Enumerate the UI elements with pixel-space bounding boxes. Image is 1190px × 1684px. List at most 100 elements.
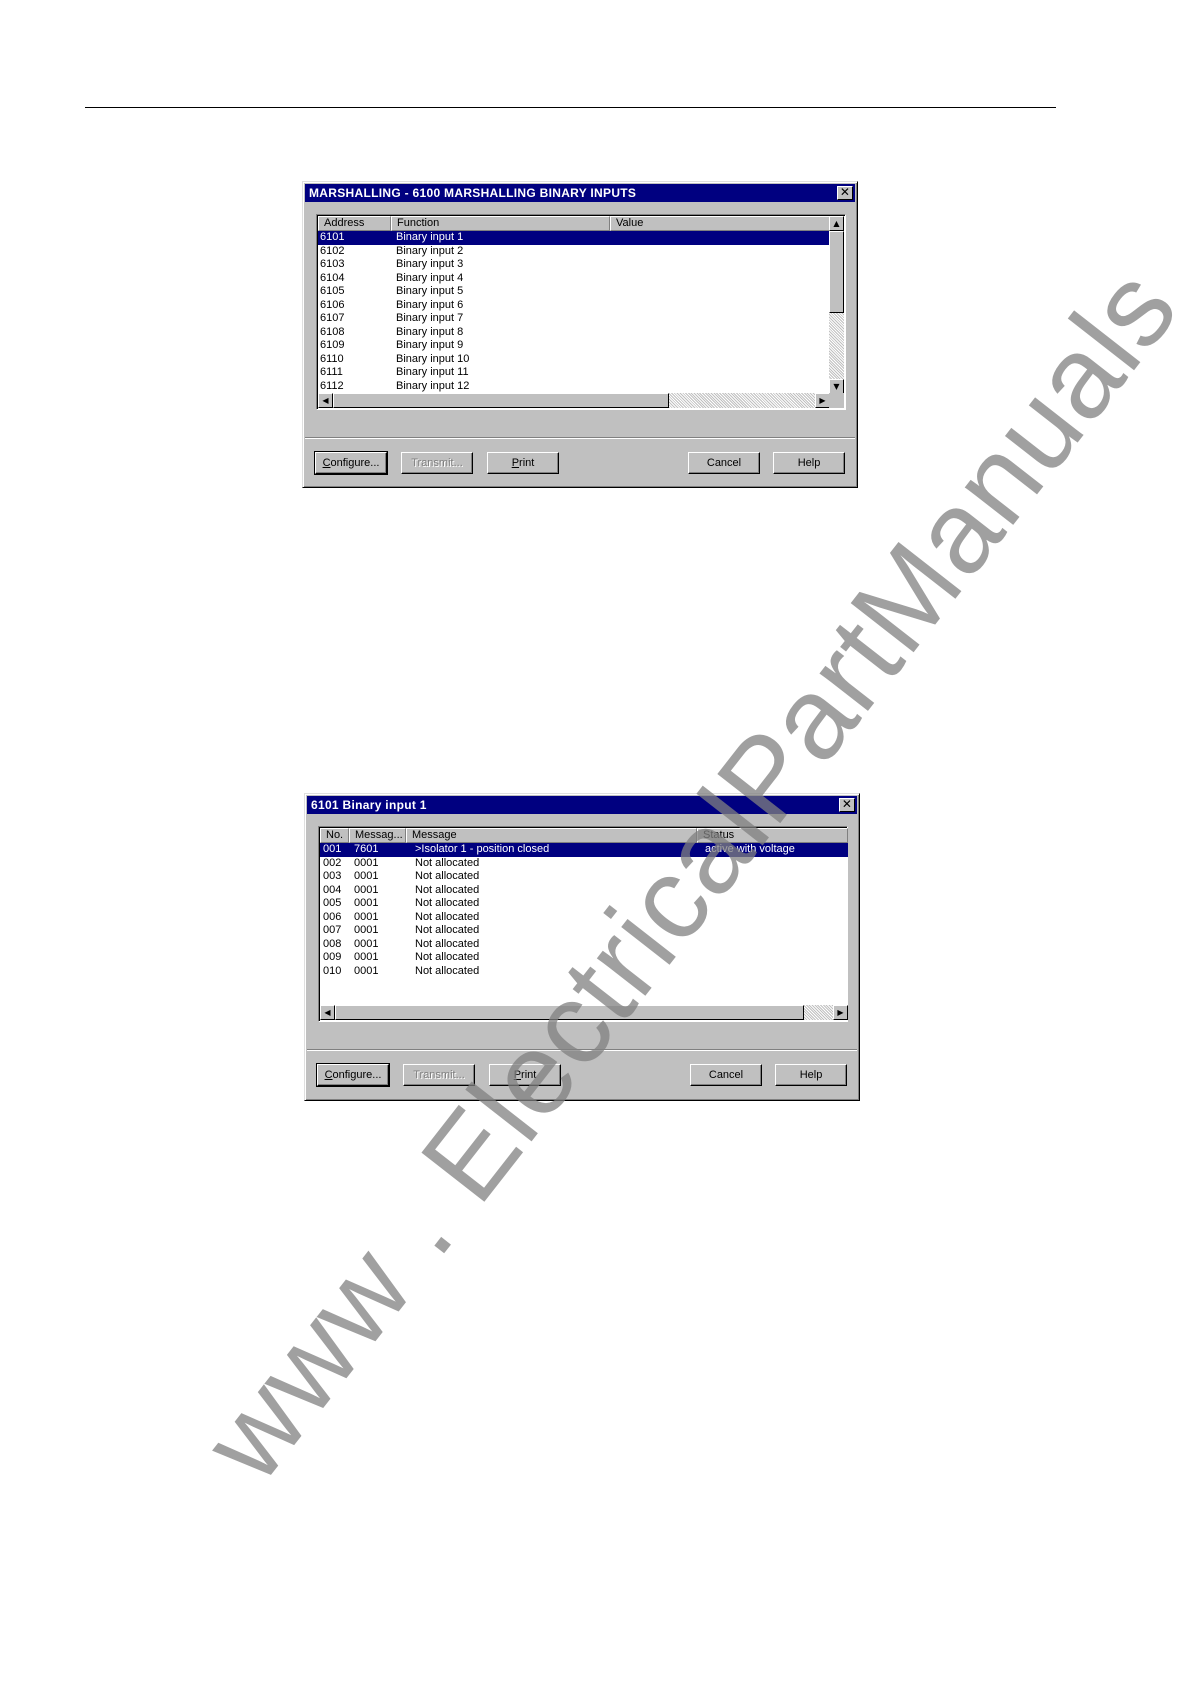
cell-address: 6108 — [320, 325, 345, 338]
column-header-function[interactable]: Function — [391, 216, 610, 231]
list-item[interactable]: 005 0001 Not allocated — [320, 897, 848, 911]
column-header-value[interactable]: Value — [610, 216, 830, 231]
cell-no: 003 — [323, 870, 342, 882]
cell-msg-no: 0001 — [354, 951, 379, 963]
cell-message: Not allocated — [415, 937, 480, 950]
cell-value — [610, 312, 830, 326]
cancel-button[interactable]: Cancel — [690, 1064, 762, 1086]
cell-message: >Isolator 1 - position closed — [415, 843, 550, 855]
list-item[interactable]: 003 0001 Not allocated — [320, 870, 848, 884]
cell-message: Not allocated — [415, 910, 480, 923]
transmit-button[interactable]: Transmit... — [401, 452, 473, 474]
cell-function: Binary input 12 — [396, 379, 470, 392]
list-item[interactable]: 6109 Binary input 9 — [318, 339, 830, 353]
cancel-button[interactable]: Cancel — [688, 452, 760, 474]
cell-value — [610, 272, 830, 286]
cell-status — [697, 951, 848, 965]
cell-address: 6103 — [320, 258, 345, 270]
cell-value — [610, 245, 830, 259]
list-item[interactable]: 006 0001 Not allocated — [320, 911, 848, 925]
list-rows: 001 7601 >Isolator 1 - position closed acti… — [320, 843, 848, 1006]
cell-function: Binary input 1 — [396, 231, 464, 243]
cell-value — [610, 258, 830, 272]
list-item[interactable]: 6107 Binary input 7 — [318, 312, 830, 326]
binary-inputs-list[interactable]: Address Function Value 6101 Binary input … — [316, 214, 846, 410]
binary-input-dialog: 6101 Binary input 1 ✕ No. Messag... Mess… — [304, 793, 860, 1101]
cell-message: Not allocated — [415, 964, 480, 977]
list-item[interactable]: 6110 Binary input 10 — [318, 353, 830, 367]
list-header: Address Function Value — [318, 216, 830, 231]
scroll-right-icon[interactable]: ▶ — [833, 1005, 848, 1020]
list-item[interactable]: 6103 Binary input 3 — [318, 258, 830, 272]
cell-message: Not allocated — [415, 870, 480, 882]
configure-button[interactable]: Configure... — [316, 1063, 390, 1087]
dialog-titlebar[interactable]: MARSHALLING - 6100 MARSHALLING BINARY IN… — [305, 184, 855, 202]
cell-value — [610, 380, 830, 394]
column-header-no[interactable]: No. — [320, 828, 349, 843]
cell-function: Binary input 11 — [396, 366, 469, 378]
scroll-up-icon[interactable]: ▲ — [829, 216, 844, 231]
column-header-message[interactable]: Message — [406, 828, 697, 843]
help-button[interactable]: Help — [773, 452, 845, 474]
cell-value — [610, 231, 830, 245]
list-item[interactable]: 6102 Binary input 2 — [318, 245, 830, 259]
cell-no: 007 — [323, 924, 342, 936]
column-header-address[interactable]: Address — [318, 216, 391, 231]
print-button[interactable]: Print — [489, 1064, 561, 1086]
list-item[interactable]: 009 0001 Not allocated — [320, 951, 848, 965]
cell-msg-no: 0001 — [354, 856, 379, 869]
cell-msg-no: 0001 — [354, 870, 379, 882]
cell-status — [697, 938, 848, 952]
horizontal-scrollbar[interactable]: ◀ ▶ — [318, 393, 830, 408]
list-item[interactable]: 6111 Binary input 11 — [318, 366, 830, 380]
cell-address: 6101 — [320, 231, 345, 243]
cell-address: 6110 — [320, 352, 344, 365]
horizontal-scrollbar[interactable]: ◀ ▶ — [320, 1005, 848, 1020]
column-header-message-number[interactable]: Messag... — [349, 828, 406, 843]
scroll-right-icon[interactable]: ▶ — [815, 393, 830, 408]
list-item[interactable]: 6108 Binary input 8 — [318, 326, 830, 340]
cell-message: Not allocated — [415, 856, 480, 869]
list-item[interactable]: 6104 Binary input 4 — [318, 272, 830, 286]
list-item[interactable]: 008 0001 Not allocated — [320, 938, 848, 952]
cell-message: Not allocated — [415, 883, 480, 896]
vertical-scrollbar[interactable]: ▲ ▼ — [829, 216, 844, 394]
messages-list[interactable]: No. Messag... Message Status 001 7601 >Iso… — [318, 826, 848, 1022]
list-item[interactable]: 004 0001 Not allocated — [320, 884, 848, 898]
separator — [307, 1049, 857, 1051]
scroll-thumb[interactable] — [335, 1005, 804, 1020]
cell-address: 6106 — [320, 298, 345, 311]
configure-button[interactable]: Configure... — [314, 451, 388, 475]
list-item[interactable]: 6112 Binary input 12 — [318, 380, 830, 394]
list-item[interactable]: 010 0001 Not allocated — [320, 965, 848, 979]
cell-value — [610, 299, 830, 313]
list-item[interactable]: 6101 Binary input 1 — [318, 231, 830, 245]
scroll-thumb[interactable] — [829, 231, 844, 313]
transmit-button[interactable]: Transmit... — [403, 1064, 475, 1086]
close-icon[interactable]: ✕ — [839, 798, 855, 812]
cell-value — [610, 326, 830, 340]
list-item[interactable]: 6106 Binary input 6 — [318, 299, 830, 313]
cell-function: Binary input 3 — [396, 258, 464, 270]
cell-msg-no: 0001 — [354, 937, 379, 950]
cell-msg-no: 0001 — [354, 897, 379, 909]
cell-status — [697, 857, 848, 871]
scroll-down-icon[interactable]: ▼ — [829, 379, 844, 394]
list-item[interactable]: 001 7601 >Isolator 1 - position closed acti… — [320, 843, 848, 857]
close-icon[interactable]: ✕ — [837, 186, 853, 200]
cell-msg-no: 7601 — [354, 843, 379, 855]
list-item[interactable]: 002 0001 Not allocated — [320, 857, 848, 871]
scroll-thumb[interactable] — [333, 393, 669, 408]
cell-address: 6112 — [320, 379, 344, 392]
cell-no: 008 — [323, 937, 342, 950]
scroll-left-icon[interactable]: ◀ — [320, 1005, 335, 1020]
print-button[interactable]: Print — [487, 452, 559, 474]
dialog-titlebar[interactable]: 6101 Binary input 1 ✕ — [307, 796, 857, 814]
column-header-status[interactable]: Status — [697, 828, 848, 843]
cell-status: active with voltage — [705, 843, 795, 855]
list-item[interactable]: 007 0001 Not allocated — [320, 924, 848, 938]
scroll-left-icon[interactable]: ◀ — [318, 393, 333, 408]
list-rows: 6101 Binary input 1 6102 Binary input 2 6103… — [318, 231, 830, 394]
help-button[interactable]: Help — [775, 1064, 847, 1086]
list-item[interactable]: 6105 Binary input 5 — [318, 285, 830, 299]
